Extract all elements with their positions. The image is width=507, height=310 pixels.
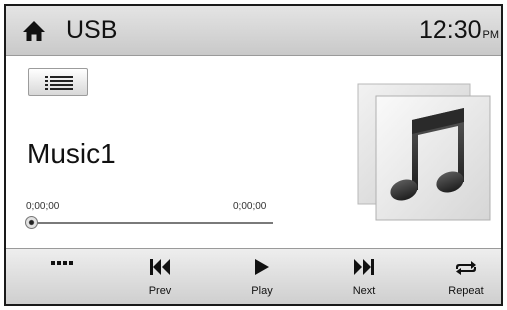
more-dots-icon [51, 261, 73, 265]
prev-button[interactable]: Prev [132, 249, 188, 304]
elapsed-time: 0;00;00 [26, 201, 60, 212]
more-button[interactable] [34, 249, 90, 304]
repeat-button[interactable]: Repeat [438, 249, 494, 304]
next-button[interactable]: Next [336, 249, 392, 304]
album-art [357, 83, 491, 221]
home-button[interactable] [22, 19, 46, 43]
repeat-label: Repeat [448, 285, 484, 297]
playlist-button[interactable] [28, 68, 88, 96]
play-button[interactable]: Play [234, 249, 290, 304]
usb-player-screen: USB 12:30PM Music1 0;00;00 0;00;00 Prev … [4, 4, 503, 306]
skip-next-icon [354, 259, 374, 275]
track-title: Music1 [27, 138, 116, 169]
list-icon [45, 76, 73, 90]
play-label: Play [251, 285, 273, 297]
prev-label: Prev [148, 285, 172, 297]
home-icon [23, 21, 45, 41]
repeat-icon [456, 261, 476, 275]
progress-bar[interactable] [32, 222, 273, 224]
header-bar: USB 12:30PM [6, 6, 501, 56]
next-label: Next [352, 285, 376, 297]
skip-previous-icon [150, 259, 170, 275]
progress-knob[interactable] [25, 216, 38, 229]
play-icon [255, 259, 269, 275]
clock-time: 12:30 [418, 16, 482, 44]
source-title: USB [66, 16, 118, 44]
total-time: 0;00;00 [233, 201, 267, 212]
playback-controls: Prev Play Next Repeat [6, 248, 501, 304]
clock-ampm: PM [482, 29, 500, 41]
clock: 12:30PM [419, 16, 499, 45]
